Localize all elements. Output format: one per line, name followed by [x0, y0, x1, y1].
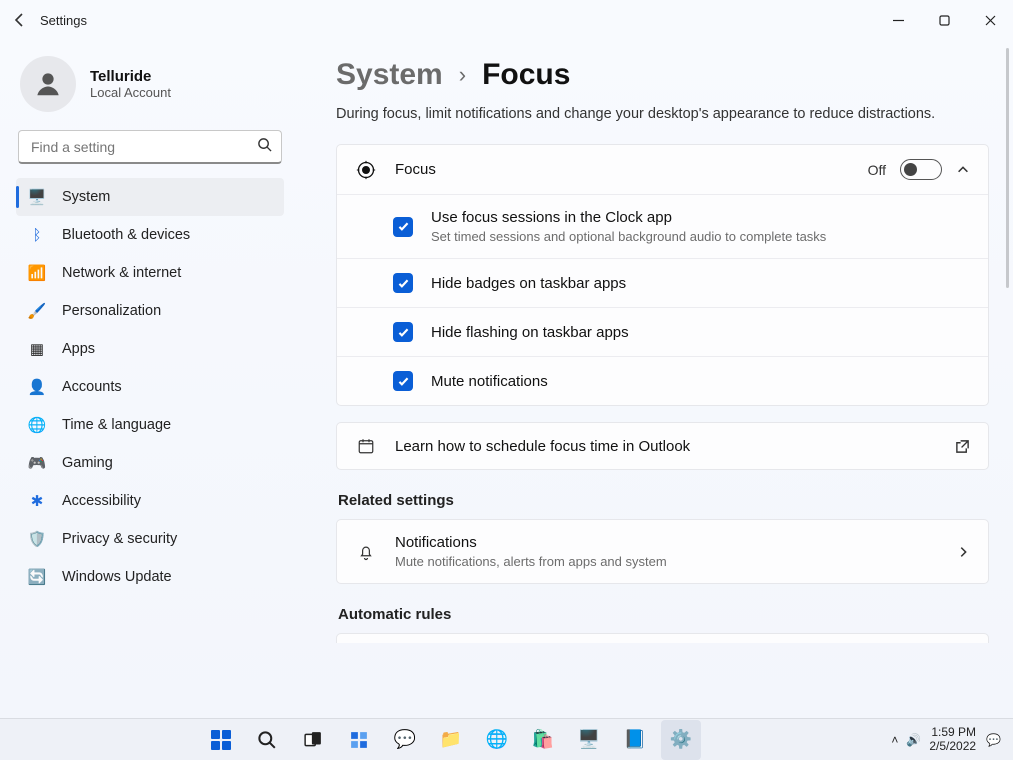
- bell-icon: [355, 543, 377, 561]
- page-description: During focus, limit notifications and ch…: [336, 106, 989, 122]
- sidebar-item-bluetooth[interactable]: ᛒ Bluetooth & devices: [16, 216, 284, 254]
- sidebar: Telluride Local Account 🖥️ System ᛒ Blueto…: [0, 40, 300, 718]
- checkbox-checked-icon[interactable]: [393, 371, 413, 391]
- focus-header-row[interactable]: Focus Off: [337, 145, 988, 194]
- sidebar-item-network[interactable]: 📶 Network & internet: [16, 254, 284, 292]
- sidebar-item-label: Accounts: [62, 379, 122, 395]
- shield-icon: 🛡️: [28, 530, 46, 548]
- sidebar-item-label: Personalization: [62, 303, 161, 319]
- globe-icon: 🌐: [28, 416, 46, 434]
- sidebar-item-privacy[interactable]: 🛡️ Privacy & security: [16, 520, 284, 558]
- calendar-icon: [355, 437, 377, 455]
- search-box[interactable]: [18, 130, 282, 164]
- sidebar-item-label: Bluetooth & devices: [62, 227, 190, 243]
- back-button[interactable]: [0, 12, 40, 28]
- automatic-heading: Automatic rules: [338, 606, 989, 623]
- breadcrumb-current: Focus: [482, 58, 570, 92]
- checkbox-checked-icon[interactable]: [393, 273, 413, 293]
- chevron-right-icon: ›: [459, 62, 466, 88]
- person-icon: 👤: [28, 378, 46, 396]
- sidebar-item-label: Time & language: [62, 417, 171, 433]
- taskbar-tray: ˄ 🔊 1:59 PM 2/5/2022 💬: [891, 726, 1003, 754]
- display-icon: 🖥️: [28, 188, 46, 206]
- bluetooth-icon: ᛒ: [28, 226, 46, 244]
- sidebar-item-gaming[interactable]: 🎮 Gaming: [16, 444, 284, 482]
- chevron-right-icon: [956, 545, 970, 559]
- store-button[interactable]: 🛍️: [523, 720, 563, 760]
- sidebar-item-label: Accessibility: [62, 493, 141, 509]
- gamepad-icon: 🎮: [28, 454, 46, 472]
- focus-state-text: Off: [868, 162, 886, 178]
- checkbox-checked-icon[interactable]: [393, 322, 413, 342]
- settings-taskbar-button[interactable]: ⚙️: [661, 720, 701, 760]
- app-button-2[interactable]: 📘: [615, 720, 655, 760]
- external-link-icon: [955, 439, 970, 454]
- breadcrumb: System › Focus: [336, 58, 989, 92]
- wifi-icon: 📶: [28, 264, 46, 282]
- notification-tray-icon[interactable]: 💬: [984, 733, 1003, 747]
- account-type: Local Account: [90, 85, 171, 100]
- chevron-up-icon[interactable]: [956, 163, 970, 177]
- close-button[interactable]: [967, 0, 1013, 40]
- sidebar-item-apps[interactable]: ▦ Apps: [16, 330, 284, 368]
- brush-icon: 🖌️: [28, 302, 46, 320]
- focus-group: Focus Off Use focus sessions in the Cloc…: [336, 144, 989, 406]
- search-icon: [257, 137, 272, 157]
- minimize-button[interactable]: [875, 0, 921, 40]
- nav-list: 🖥️ System ᛒ Bluetooth & devices 📶 Network &…: [16, 178, 284, 596]
- main-pane: System › Focus During focus, limit notif…: [300, 40, 1013, 718]
- focus-option-flashing[interactable]: Hide flashing on taskbar apps: [337, 307, 988, 356]
- refresh-icon: 🔄: [28, 568, 46, 586]
- accessibility-icon: ✱: [28, 492, 46, 510]
- sidebar-item-label: Windows Update: [62, 569, 172, 585]
- scrollbar[interactable]: [1006, 48, 1009, 288]
- apps-icon: ▦: [28, 340, 46, 358]
- focus-label: Focus: [395, 161, 850, 178]
- sidebar-item-accessibility[interactable]: ✱ Accessibility: [16, 482, 284, 520]
- sidebar-item-label: Network & internet: [62, 265, 181, 281]
- task-view-button[interactable]: [293, 720, 333, 760]
- app-button-1[interactable]: 🖥️: [569, 720, 609, 760]
- widgets-button[interactable]: [339, 720, 379, 760]
- taskbar-clock[interactable]: 1:59 PM 2/5/2022: [929, 726, 976, 754]
- focus-toggle[interactable]: [900, 159, 942, 180]
- window-controls: [875, 0, 1013, 40]
- focus-option-mute[interactable]: Mute notifications: [337, 356, 988, 405]
- volume-icon[interactable]: 🔊: [906, 733, 921, 747]
- sidebar-item-accounts[interactable]: 👤 Accounts: [16, 368, 284, 406]
- sidebar-item-system[interactable]: 🖥️ System: [16, 178, 284, 216]
- maximize-button[interactable]: [921, 0, 967, 40]
- sidebar-item-label: Apps: [62, 341, 95, 357]
- sidebar-item-personalization[interactable]: 🖌️ Personalization: [16, 292, 284, 330]
- settings-window: Settings Telluride Local Account: [0, 0, 1013, 718]
- taskbar-search-button[interactable]: [247, 720, 287, 760]
- checkbox-checked-icon[interactable]: [393, 217, 413, 237]
- notifications-card[interactable]: Notifications Mute notifications, alerts…: [336, 519, 989, 584]
- taskbar-center: 💬 📁 🌐 🛍️ 🖥️ 📘 ⚙️: [10, 720, 891, 760]
- automatic-card-peek: [336, 633, 989, 643]
- file-explorer-button[interactable]: 📁: [431, 720, 471, 760]
- sidebar-item-label: Gaming: [62, 455, 113, 471]
- breadcrumb-parent[interactable]: System: [336, 58, 443, 92]
- sidebar-item-label: System: [62, 189, 110, 205]
- focus-option-clock[interactable]: Use focus sessions in the Clock app Set …: [337, 194, 988, 258]
- taskbar: 💬 📁 🌐 🛍️ 🖥️ 📘 ⚙️ ˄ 🔊 1:59 PM 2/5/2022 💬: [0, 718, 1013, 760]
- related-heading: Related settings: [338, 492, 989, 509]
- sidebar-item-update[interactable]: 🔄 Windows Update: [16, 558, 284, 596]
- avatar: [20, 56, 76, 112]
- search-input[interactable]: [18, 130, 282, 164]
- sidebar-item-time[interactable]: 🌐 Time & language: [16, 406, 284, 444]
- start-button[interactable]: [201, 720, 241, 760]
- account-name: Telluride: [90, 68, 171, 85]
- edge-button[interactable]: 🌐: [477, 720, 517, 760]
- focus-icon: [355, 160, 377, 180]
- titlebar: Settings: [0, 0, 1013, 40]
- window-title: Settings: [40, 13, 87, 28]
- sidebar-item-label: Privacy & security: [62, 531, 177, 547]
- account-block[interactable]: Telluride Local Account: [16, 48, 284, 130]
- tray-chevron-icon[interactable]: ˄: [891, 733, 898, 747]
- focus-option-badges[interactable]: Hide badges on taskbar apps: [337, 258, 988, 307]
- learn-outlook-card[interactable]: Learn how to schedule focus time in Outl…: [336, 422, 989, 470]
- chat-button[interactable]: 💬: [385, 720, 425, 760]
